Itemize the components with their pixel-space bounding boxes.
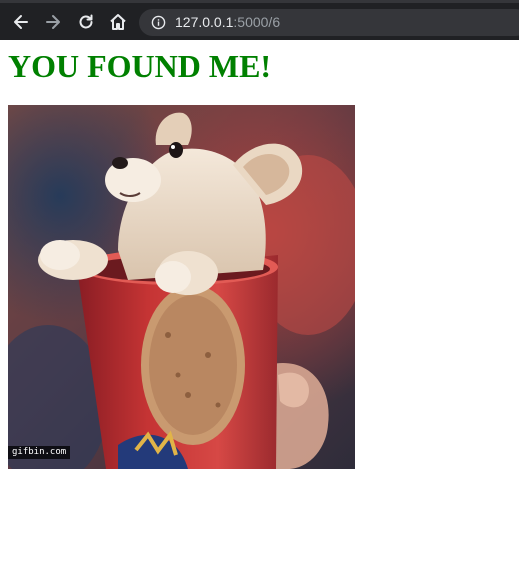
url-path: :5000/6 [233, 14, 281, 30]
back-arrow-icon [14, 15, 28, 29]
address-bar[interactable]: 127.0.0.1:5000/6 [139, 9, 519, 36]
page-content: YOU FOUND ME! gifbin.com [0, 40, 519, 583]
gifbin-watermark: gifbin.com [8, 446, 71, 459]
info-icon[interactable] [151, 15, 166, 30]
url-host: 127.0.0.1 [175, 14, 234, 30]
home-button[interactable] [105, 9, 131, 35]
puppy-gif: gifbin.com [8, 105, 355, 469]
url-text[interactable]: 127.0.0.1:5000/6 [175, 14, 280, 31]
forward-arrow-icon [46, 15, 60, 29]
page-title: YOU FOUND ME! [8, 48, 272, 84]
puppy-in-cup-illustration [8, 105, 355, 469]
reload-icon [79, 14, 93, 29]
forward-button[interactable] [40, 9, 66, 35]
reload-button[interactable] [73, 9, 99, 35]
back-button[interactable] [8, 9, 34, 35]
home-icon [110, 14, 126, 30]
browser-toolbar: 127.0.0.1:5000/6 [0, 0, 519, 40]
